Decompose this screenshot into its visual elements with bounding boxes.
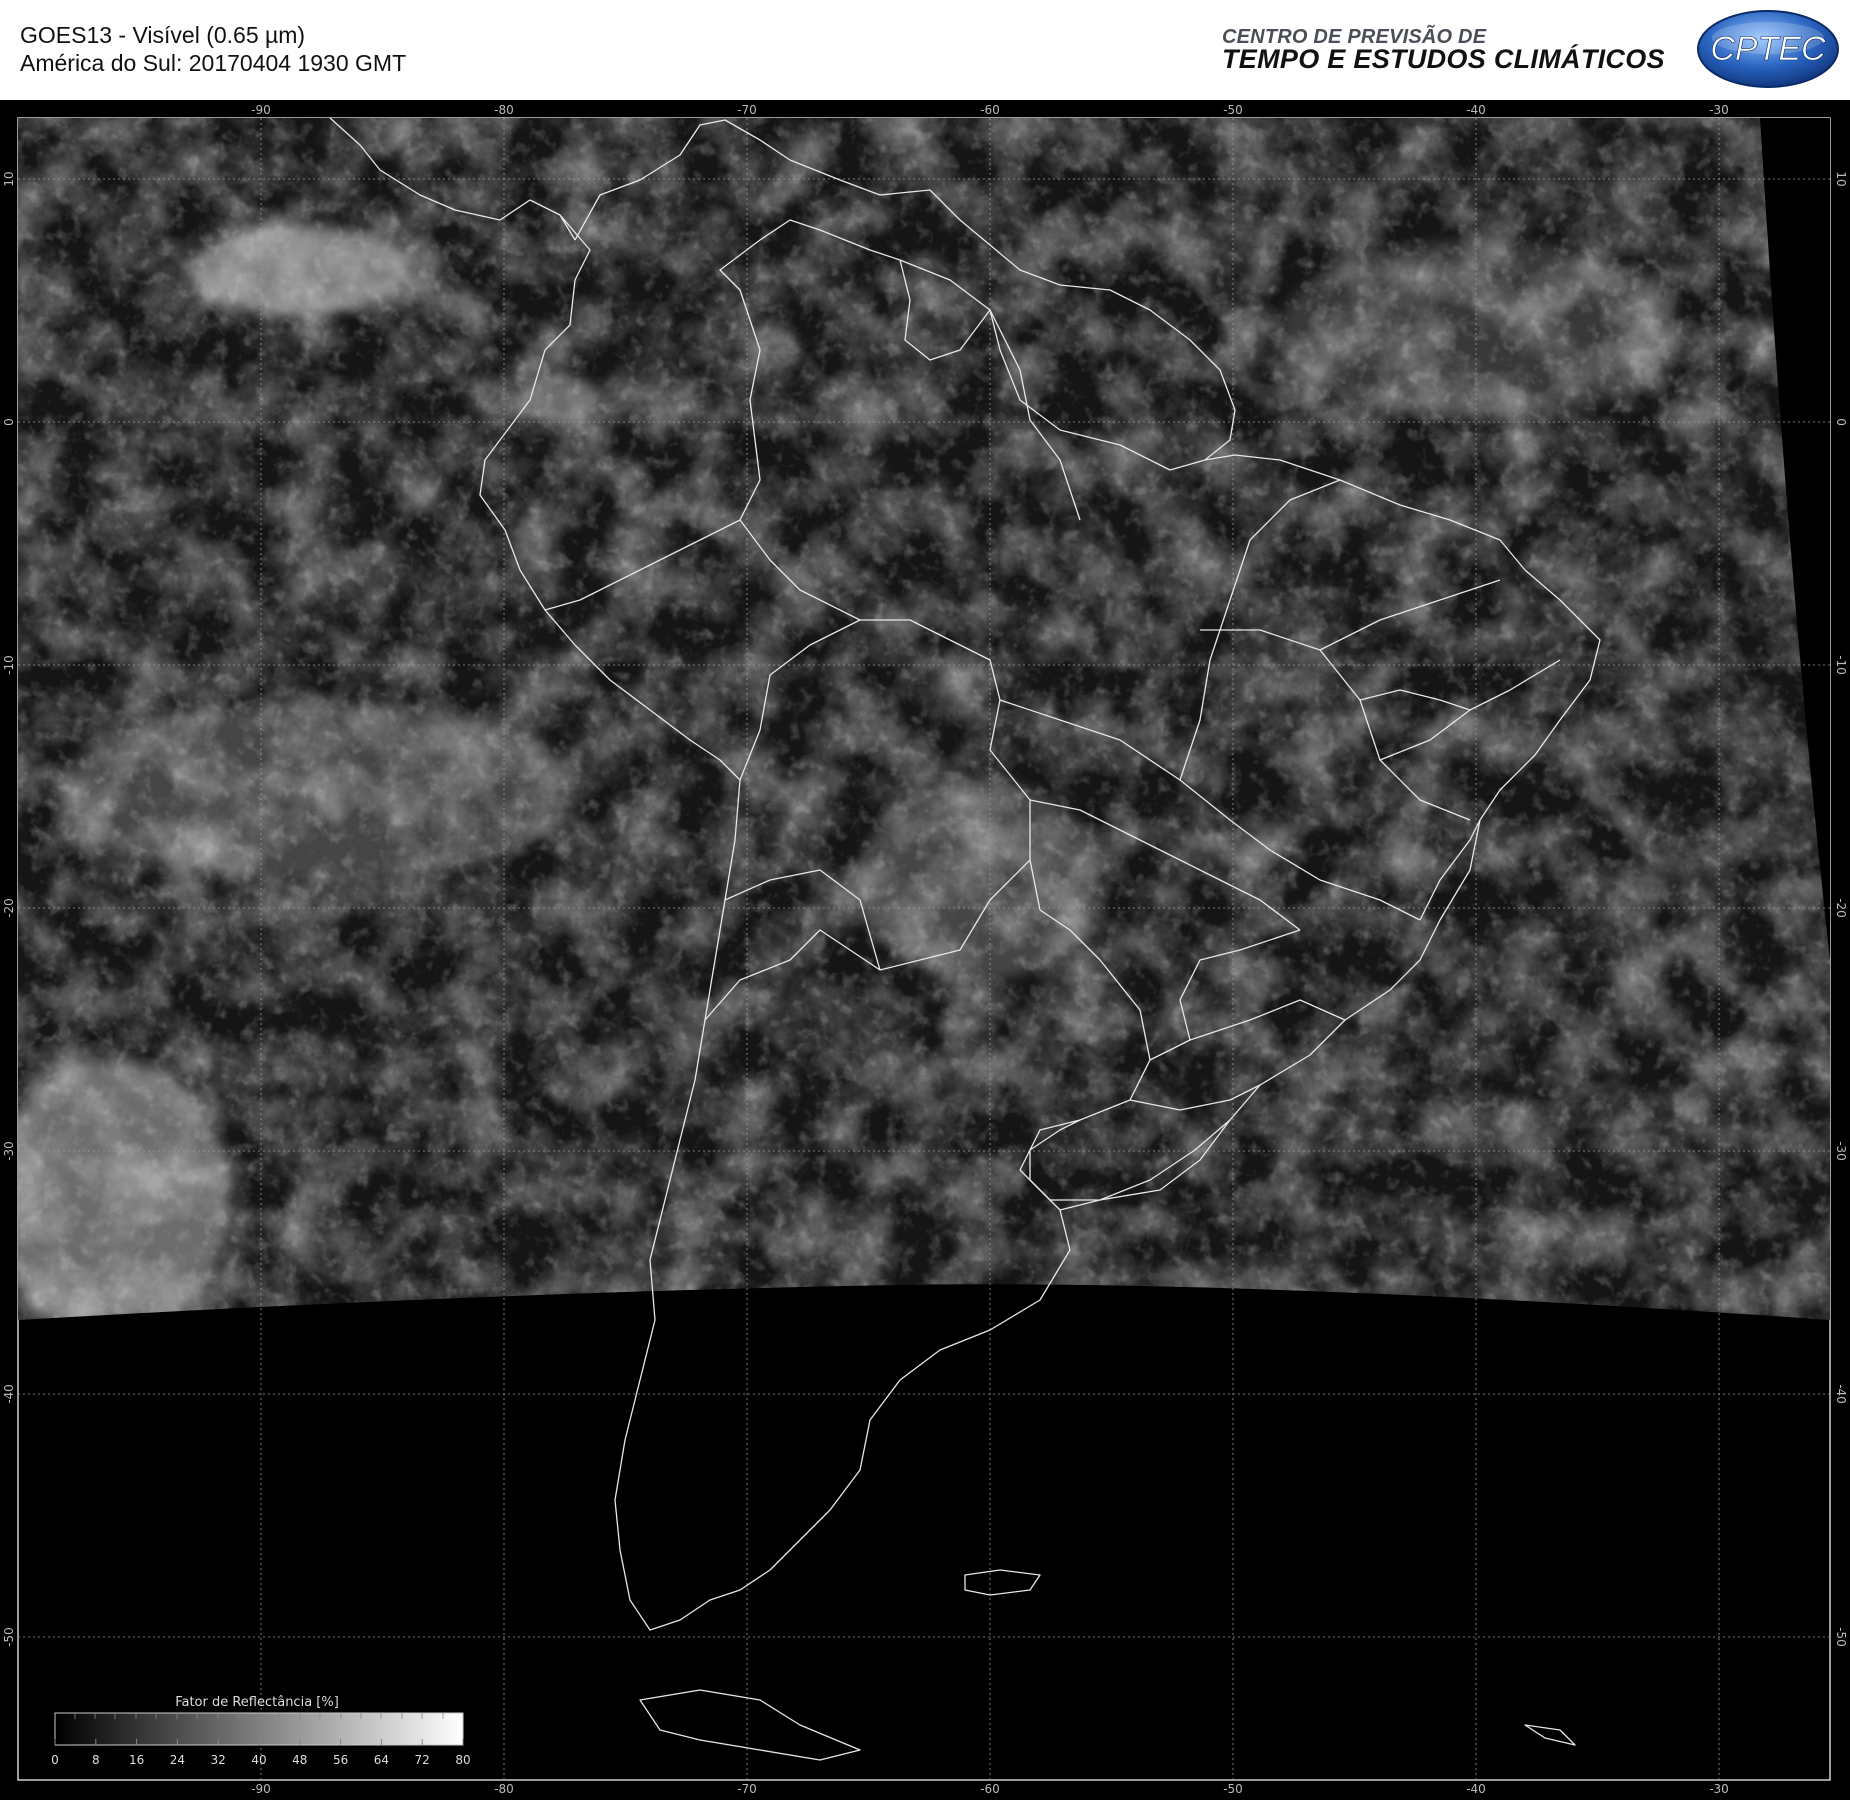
- lat-label-left: -10: [2, 655, 16, 675]
- lat-label-left: 0: [2, 418, 16, 426]
- lat-label-left: -20: [2, 898, 16, 918]
- lat-label-right: 10: [1834, 171, 1848, 186]
- colorbar-tick-label: 0: [51, 1753, 59, 1767]
- satellite-image: -90 -80 -70 -60 -50 -40 -30 -90 -80 -70 …: [2, 103, 1848, 1796]
- colorbar-tick-label: 40: [251, 1753, 266, 1767]
- colorbar-tick-label: 56: [333, 1753, 348, 1767]
- left-latitude-labels: 10 0 -10 -20 -30 -40 -50: [2, 171, 16, 1646]
- bottom-longitude-labels: -90 -80 -70 -60 -50 -40 -30: [251, 1782, 1729, 1796]
- colorbar-tick-label: 32: [211, 1753, 226, 1767]
- lat-label-right: -10: [1834, 655, 1848, 675]
- lon-label-top: -50: [1223, 103, 1243, 117]
- colorbar-tick-label: 48: [292, 1753, 307, 1767]
- lat-label-left: 10: [2, 171, 16, 186]
- lon-label-top: -80: [494, 103, 514, 117]
- colorbar-tick-label: 24: [170, 1753, 185, 1767]
- lon-label-bottom: -50: [1223, 1782, 1243, 1796]
- header: GOES13 - Visível (0.65 µm) América do Su…: [0, 0, 1850, 100]
- lon-label-top: -30: [1709, 103, 1729, 117]
- lat-label-right: -40: [1834, 1384, 1848, 1404]
- lon-label-bottom: -30: [1709, 1782, 1729, 1796]
- lat-label-right: -30: [1834, 1141, 1848, 1161]
- top-longitude-labels: -90 -80 -70 -60 -50 -40 -30: [251, 103, 1729, 117]
- lon-label-top: -70: [737, 103, 757, 117]
- lat-label-right: 0: [1834, 418, 1848, 426]
- lat-label-right: -20: [1834, 898, 1848, 918]
- lon-label-top: -40: [1466, 103, 1486, 117]
- cptec-logo: CPTEC: [1697, 10, 1839, 88]
- lon-label-bottom: -40: [1466, 1782, 1486, 1796]
- product-title: GOES13 - Visível (0.65 µm): [20, 22, 306, 48]
- lat-label-left: -40: [2, 1384, 16, 1404]
- lon-label-top: -60: [980, 103, 1000, 117]
- lat-label-left: -50: [2, 1627, 16, 1647]
- colorbar-tick-label: 16: [129, 1753, 144, 1767]
- lon-label-bottom: -80: [494, 1782, 514, 1796]
- logo-text: CPTEC: [1710, 30, 1826, 68]
- lon-label-bottom: -90: [251, 1782, 271, 1796]
- lat-label-left: -30: [2, 1141, 16, 1161]
- satellite-map: -90 -80 -70 -60 -50 -40 -30 -90 -80 -70 …: [0, 100, 1850, 1800]
- lon-label-bottom: -60: [980, 1782, 1000, 1796]
- lon-label-top: -90: [251, 103, 271, 117]
- colorbar-title: Fator de Reflectância [%]: [175, 1695, 339, 1710]
- lon-label-bottom: -70: [737, 1782, 757, 1796]
- colorbar-tick-label: 64: [374, 1753, 389, 1767]
- colorbar-tick-label: 80: [455, 1753, 470, 1767]
- org-name-line2: TEMPO E ESTUDOS CLIMÁTICOS: [1222, 44, 1665, 74]
- lat-label-right: -50: [1834, 1627, 1848, 1647]
- right-latitude-labels: 10 0 -10 -20 -30 -40 -50: [1834, 171, 1848, 1646]
- region-timestamp: América do Sul: 20170404 1930 GMT: [20, 50, 407, 76]
- colorbar-tick-label: 72: [415, 1753, 430, 1767]
- colorbar-tick-label: 8: [92, 1753, 100, 1767]
